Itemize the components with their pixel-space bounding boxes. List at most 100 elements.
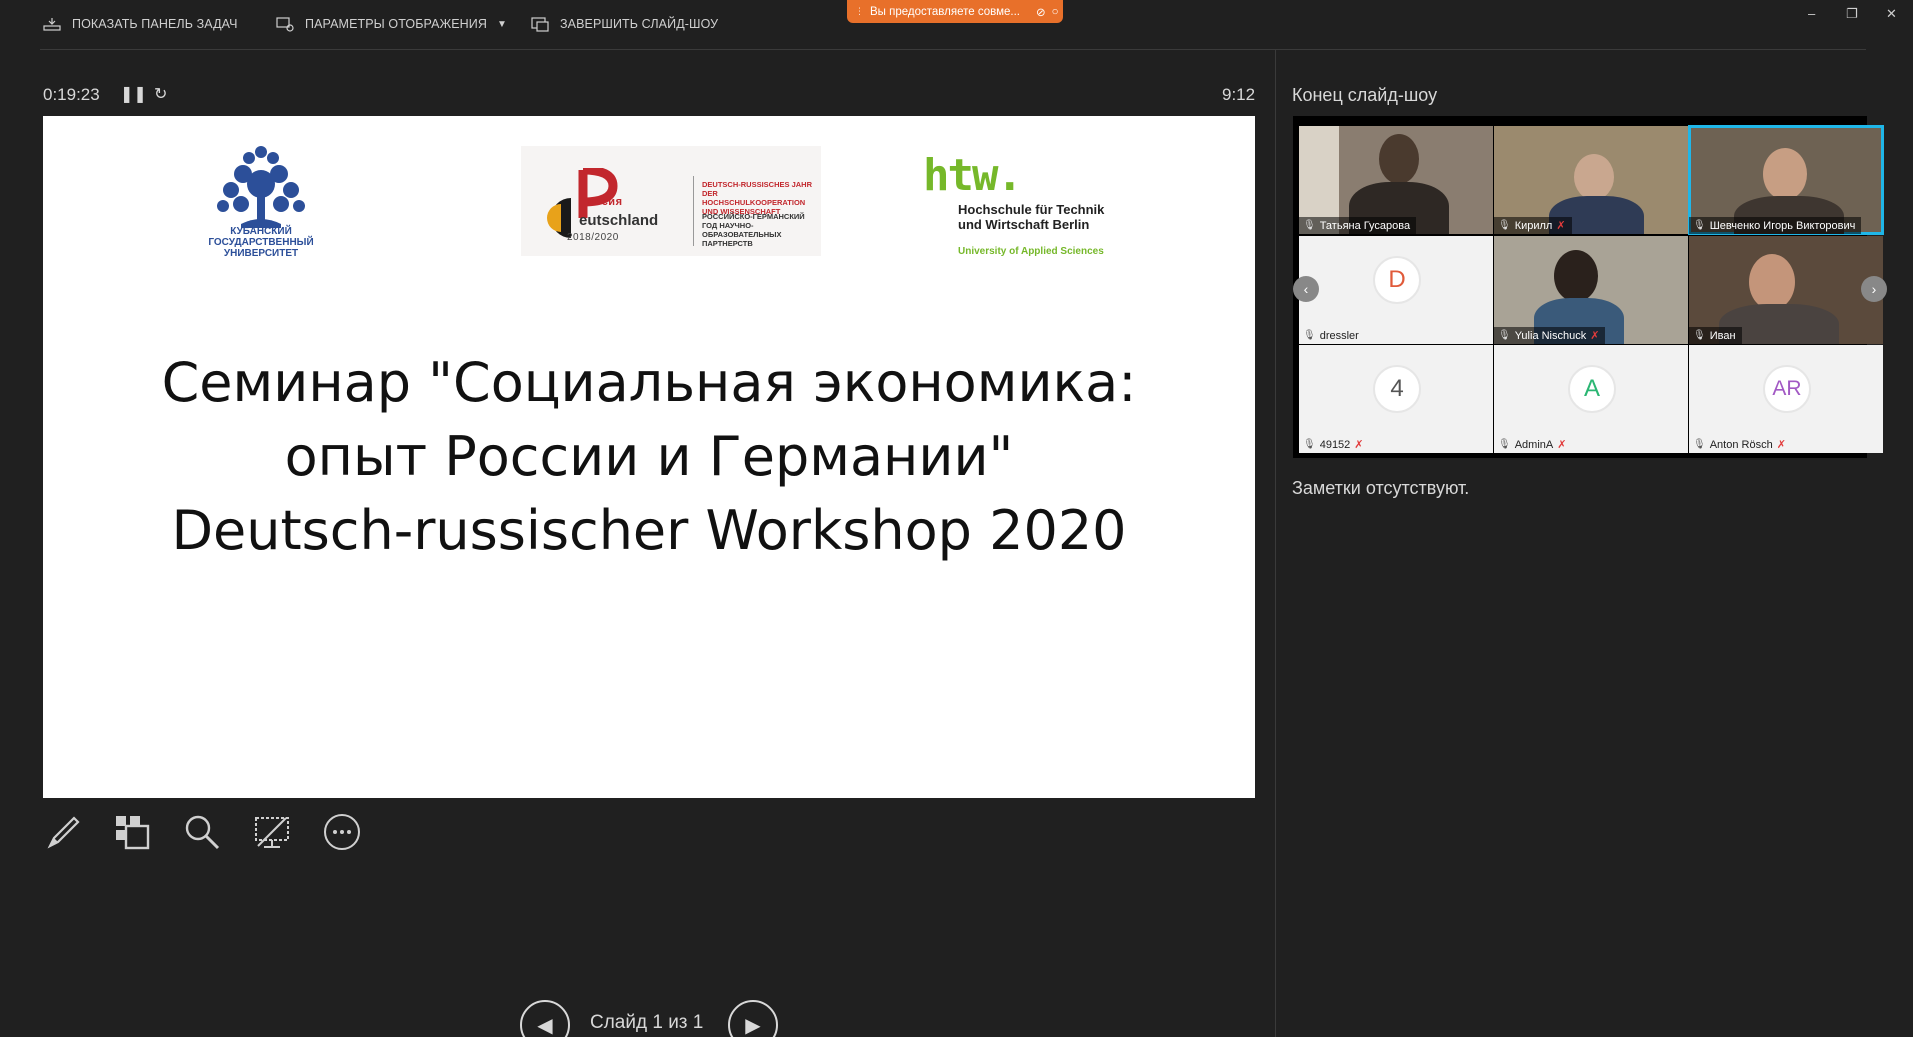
mic-icon: 🎙 (1303, 439, 1316, 450)
htw-subtitle: University of Applied Sciences (958, 246, 1104, 257)
participant-video (1574, 154, 1614, 200)
drd-russian-text: РОССИЙСКО-ГЕРМАНСКИЙ ГОД НАУЧНО-ОБРАЗОВА… (702, 212, 805, 248)
slide-title-line: опыт России и Германии" (284, 425, 1014, 488)
mic-icon: 🎙 (1303, 330, 1316, 341)
prev-slide-icon: ◀ (537, 1014, 553, 1037)
gallery-prev-arrow[interactable]: ‹ (1293, 276, 1319, 302)
participant-video (1379, 134, 1419, 184)
participant-name-bar: 🎙 AdminA ✗ (1494, 436, 1572, 453)
participant-name-bar: 🎙 Кирилл ✗ (1494, 217, 1572, 234)
drd-german-text: DEUTSCH-RUSSISCHES JAHR DER HOCHSCHULKOO… (702, 180, 813, 216)
current-slide[interactable]: КУБАНСКИЙ ГОСУДАРСТВЕННЫЙ УНИВЕРСИТЕТ ос… (43, 116, 1255, 798)
participant-name-bar: 🎙 Yulia Nischuck ✗ (1494, 327, 1606, 344)
mic-icon: 🎙 (1498, 439, 1511, 450)
display-settings-label: ПАРАМЕТРЫ ОТОБРАЖЕНИЯ (305, 17, 488, 31)
black-screen-button[interactable] (250, 810, 294, 854)
pen-icon (47, 816, 80, 849)
htw-logo-mark: htw. (923, 150, 1023, 201)
next-slide-button[interactable]: ▶ (728, 1000, 778, 1037)
more-options-icon (324, 814, 360, 850)
participant-name-bar: 🎙 dressler (1299, 327, 1365, 344)
kubgu-logo-text: КУБАНСКИЙ ГОСУДАРСТВЕННЫЙ УНИВЕРСИТЕТ (208, 226, 314, 259)
participant-name-bar: 🎙 49152 ✗ (1299, 436, 1370, 453)
share-notice-text: Вы предоставляете совме... (870, 5, 1020, 18)
end-show-label: ЗАВЕРШИТЬ СЛАЙД-ШОУ (560, 17, 719, 31)
display-settings-icon (276, 17, 294, 32)
restart-icon[interactable]: ↻ (154, 84, 167, 104)
participant-avatar: 4 (1373, 365, 1421, 413)
mic-icon: 🎙 (1498, 220, 1511, 231)
prev-slide-button[interactable]: ◀ (520, 1000, 570, 1037)
participant-tile[interactable]: AR 🎙 Anton Rösch ✗ (1689, 345, 1883, 453)
participant-tile[interactable]: A 🎙 AdminA ✗ (1494, 345, 1688, 453)
participant-name: Иван (1709, 329, 1736, 342)
next-slide-icon: ▶ (745, 1014, 761, 1037)
participant-tile[interactable]: 🎙 Татьяна Гусарова (1299, 126, 1493, 234)
drag-handle-icon: ⋮ (855, 6, 864, 16)
next-slide-label: Конец слайд-шоу (1292, 85, 1438, 105)
participant-name: Anton Rösch (1709, 438, 1773, 451)
end-show-icon (531, 17, 549, 32)
end-show-button[interactable]: ЗАВЕРШИТЬ СЛАЙД-ШОУ (530, 16, 718, 32)
slide-title-line: Семинар "Социальная экономика: (161, 351, 1137, 414)
participant-tile-active-speaker[interactable]: 🎙 Шевченко Игорь Викторович (1688, 125, 1884, 235)
minimize-button[interactable]: – (1808, 6, 1815, 21)
pause-icon[interactable]: ❚❚ (120, 84, 147, 104)
current-time: 9:12 (1222, 85, 1256, 104)
toolbar-divider (40, 49, 1866, 50)
see-all-slides-button[interactable] (110, 810, 154, 854)
slide-counter: Слайд 1 из 1 (590, 1012, 704, 1033)
participant-name: Шевченко Игорь Викторович (1709, 219, 1856, 232)
show-taskbar-label: ПОКАЗАТЬ ПАНЕЛЬ ЗАДАЧ (72, 17, 238, 31)
participant-tile[interactable]: 🎙 Кирилл ✗ (1494, 126, 1688, 234)
chevron-left-icon: ‹ (1303, 281, 1309, 297)
participant-name: AdminA (1514, 438, 1554, 451)
mic-icon: 🎙 (1693, 330, 1706, 341)
presenter-toolbar: ПОКАЗАТЬ ПАНЕЛЬ ЗАДАЧ ПАРАМЕТРЫ ОТОБРАЖЕ… (0, 0, 1913, 50)
participant-tile[interactable]: 4 🎙 49152 ✗ (1299, 345, 1493, 453)
participant-avatar: D (1373, 256, 1421, 304)
muted-icon: ✗ (1776, 439, 1786, 451)
htw-name-line2: und Wirtschaft Berlin (958, 217, 1090, 232)
participant-name-bar: 🎙 Иван (1689, 327, 1742, 344)
russia-germany-year-logo: оссия eutschland 2018/2020 DEUTSCH-RUSSI… (521, 146, 821, 256)
drd-year-text: 2018/2020 (567, 232, 619, 243)
taskbar-icon (43, 18, 61, 31)
participant-avatar: A (1568, 365, 1616, 413)
chevron-right-icon: › (1871, 281, 1877, 297)
participant-name: Кирилл (1514, 219, 1553, 232)
participant-video (1554, 250, 1598, 302)
screen-share-indicator[interactable]: ⋮ Вы предоставляете совме... ⊘ ○ (847, 0, 1063, 23)
display-settings-button[interactable]: ПАРАМЕТРЫ ОТОБРАЖЕНИЯ ▼ (275, 16, 507, 32)
pen-tool-button[interactable] (42, 810, 86, 854)
participant-name-bar: 🎙 Anton Rösch ✗ (1689, 436, 1792, 453)
participant-name: Yulia Nischuck (1514, 329, 1587, 342)
participant-video (1763, 148, 1807, 200)
drd-deutschland-text: eutschland (579, 212, 659, 229)
muted-icon: ✗ (1590, 330, 1600, 342)
muted-icon: ✗ (1557, 439, 1567, 451)
zoom-icon (185, 815, 220, 850)
close-button[interactable]: ✕ (1886, 6, 1897, 22)
panel-divider (1275, 50, 1276, 1037)
restore-button[interactable]: ❐ (1846, 6, 1858, 22)
mic-icon: 🎙 (1498, 330, 1511, 341)
participant-video (1749, 254, 1795, 310)
more-options-button[interactable] (320, 810, 364, 854)
slide-title-line: Deutsch-russischer Workshop 2020 (171, 499, 1127, 562)
see-all-slides-icon (116, 816, 150, 850)
zoom-slide-button[interactable] (180, 810, 224, 854)
participant-name: dressler (1319, 329, 1359, 342)
participant-tile[interactable]: D 🎙 dressler (1299, 236, 1493, 344)
stop-share-icon[interactable]: ○ (1052, 6, 1059, 18)
speaker-notes: Заметки отсутствуют. (1292, 478, 1470, 498)
participant-name: 49152 (1319, 438, 1351, 451)
show-taskbar-button[interactable]: ПОКАЗАТЬ ПАНЕЛЬ ЗАДАЧ (42, 16, 238, 32)
participant-tile[interactable]: 🎙 Yulia Nischuck ✗ (1494, 236, 1688, 344)
drd-divider (693, 176, 694, 246)
pause-share-icon[interactable]: ⊘ (1036, 5, 1046, 19)
participant-tile[interactable]: 🎙 Иван (1689, 236, 1883, 344)
participant-avatar: AR (1763, 365, 1811, 413)
mic-icon: 🎙 (1303, 220, 1316, 231)
gallery-next-arrow[interactable]: › (1861, 276, 1887, 302)
